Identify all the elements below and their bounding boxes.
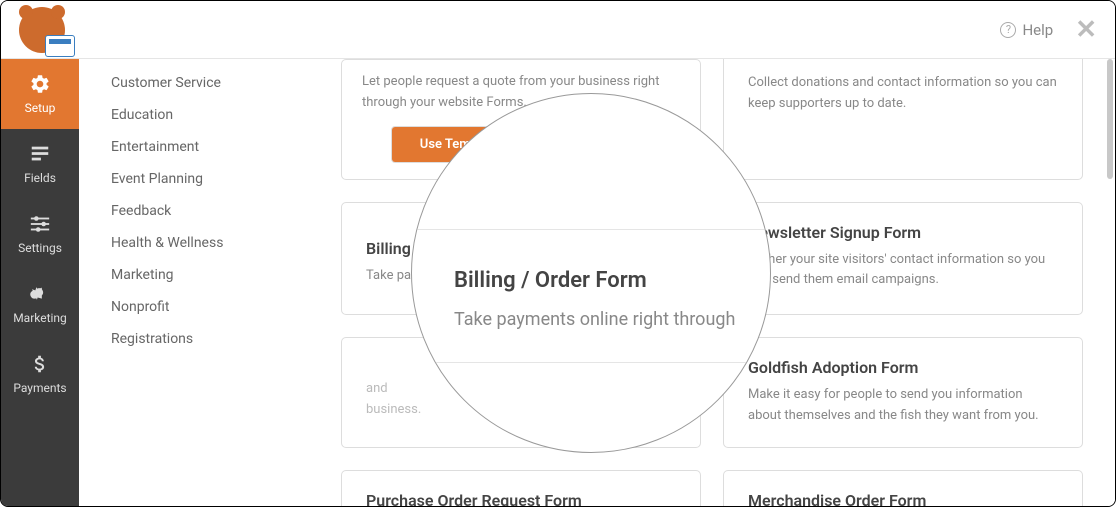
category-item[interactable]: Registrations: [111, 323, 329, 355]
template-title: Newsletter Signup Form: [748, 223, 1058, 242]
help-button[interactable]: ? Help: [1000, 21, 1053, 39]
top-bar: ? Help ✕: [1, 1, 1115, 59]
category-item[interactable]: Feedback: [111, 195, 329, 227]
close-button[interactable]: ✕: [1075, 17, 1097, 43]
close-icon: ✕: [1075, 15, 1097, 45]
template-card-donations[interactable]: Collect donations and contact informatio…: [723, 59, 1083, 180]
category-list: Customer Service Education Entertainment…: [79, 59, 329, 506]
template-desc: Collect donations and contact informatio…: [748, 73, 1058, 115]
category-item[interactable]: Customer Service: [111, 67, 329, 99]
scrollbar-thumb[interactable]: [1107, 59, 1113, 179]
template-desc: Make it easy for people to send you info…: [748, 385, 1058, 427]
template-title: Merchandise Order Form: [748, 491, 1058, 506]
template-desc: ation andw your business.: [366, 358, 676, 420]
category-item[interactable]: Entertainment: [111, 131, 329, 163]
template-grid: Let people request a quote from your bus…: [329, 59, 1115, 506]
app-logo: [19, 7, 65, 53]
template-card-purchase[interactable]: Purchase Order Request Form Let your emp…: [341, 470, 701, 506]
help-label: Help: [1022, 21, 1053, 39]
sidebar-label: Payments: [13, 381, 66, 395]
category-item[interactable]: Marketing: [111, 259, 329, 291]
template-desc: Gather your site visitors' contact infor…: [748, 250, 1058, 292]
template-card-unknown[interactable]: ation andw your business.: [341, 337, 701, 448]
gear-icon: [29, 73, 51, 95]
help-icon: ?: [1000, 22, 1016, 38]
category-item[interactable]: Education: [111, 99, 329, 131]
sidebar-label: Setup: [25, 101, 56, 115]
sidebar-nav: Setup Fields Settings Marketing: [1, 59, 79, 506]
fields-icon: [29, 143, 51, 165]
sidebar-label: Marketing: [13, 311, 67, 325]
sidebar-label: Fields: [24, 171, 56, 185]
sidebar-item-setup[interactable]: Setup: [1, 59, 79, 129]
sidebar-item-marketing[interactable]: Marketing: [1, 269, 79, 339]
sliders-icon: [29, 213, 51, 235]
template-card-quote[interactable]: Let people request a quote from your bus…: [341, 59, 701, 180]
sidebar-item-fields[interactable]: Fields: [1, 129, 79, 199]
template-card-billing[interactable]: Billing / Order Form Take payments onlin…: [341, 202, 701, 316]
template-card-newsletter[interactable]: Newsletter Signup Form Gather your site …: [723, 202, 1083, 316]
category-item[interactable]: Event Planning: [111, 163, 329, 195]
sidebar-item-settings[interactable]: Settings: [1, 199, 79, 269]
sidebar-label: Settings: [18, 241, 62, 255]
template-title: Purchase Order Request Form: [366, 491, 676, 506]
template-title: Billing / Order Form: [366, 239, 676, 258]
dollar-icon: [29, 353, 51, 375]
category-item[interactable]: Nonprofit: [111, 291, 329, 323]
scrollbar[interactable]: [1105, 59, 1113, 506]
sidebar-item-payments[interactable]: Payments: [1, 339, 79, 409]
template-desc: Take payments online right through: [366, 266, 676, 287]
category-item[interactable]: Health & Wellness: [111, 227, 329, 259]
template-card-goldfish[interactable]: Goldfish Adoption Form Make it easy for …: [723, 337, 1083, 448]
use-template-button[interactable]: Use Template: [392, 127, 528, 162]
template-card-merchandise[interactable]: Merchandise Order Form Use this template…: [723, 470, 1083, 506]
template-title: Goldfish Adoption Form: [748, 358, 1058, 377]
bullhorn-icon: [29, 283, 51, 305]
template-desc: Let people request a quote from your bus…: [362, 72, 680, 114]
view-demo-button[interactable]: View Demo: [528, 127, 651, 162]
